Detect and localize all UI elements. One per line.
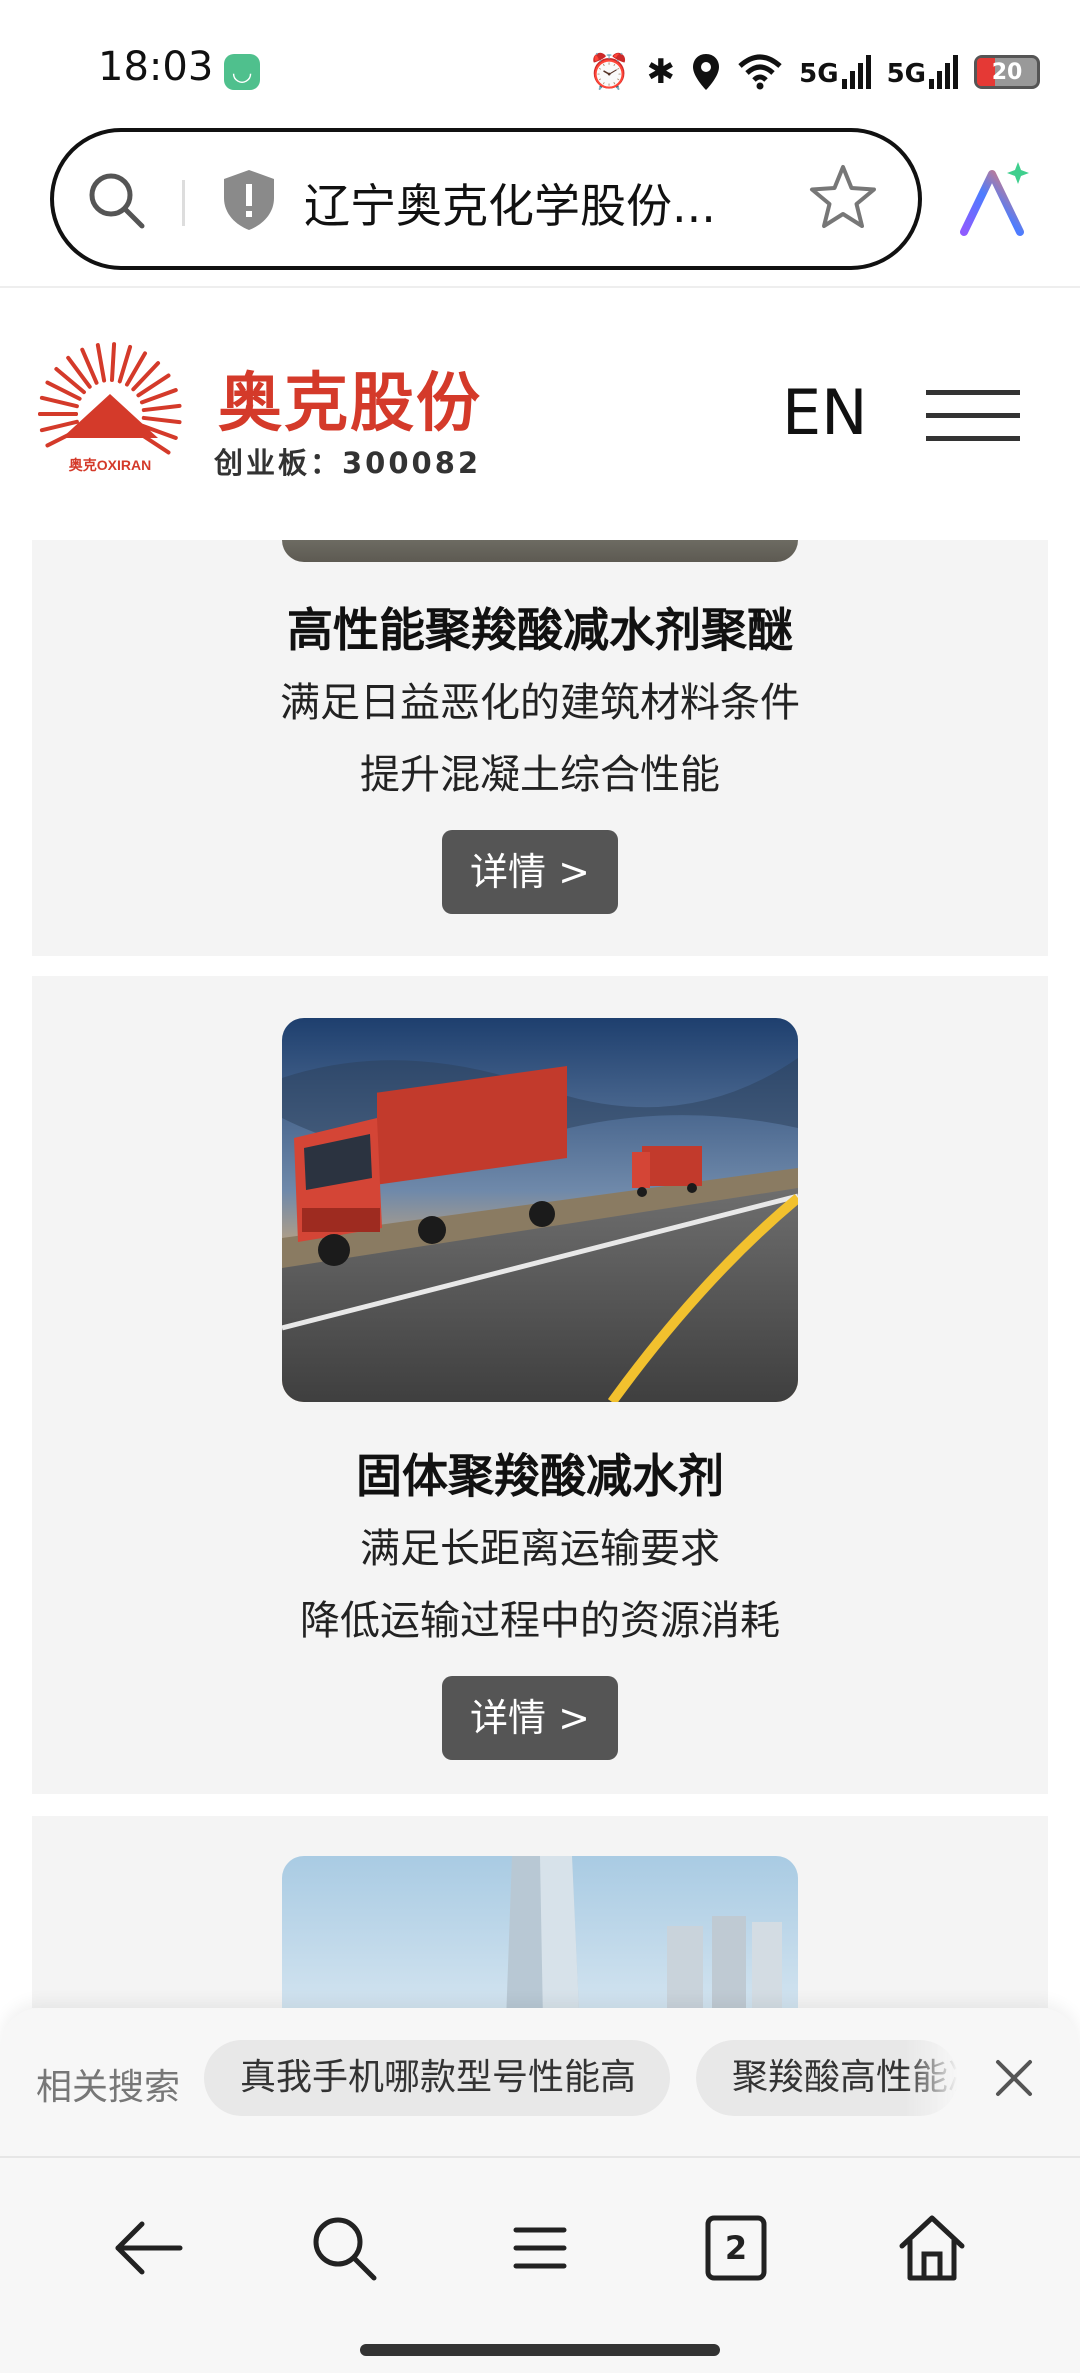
logo-small-text: 奥克OXIRAN [69,457,151,473]
product-desc-line-1: 满足日益恶化的建筑材料条件 [280,680,800,726]
browser-toolbar: 辽宁奥克化学股份... [0,120,1080,288]
hamburger-menu-icon[interactable] [926,390,1020,446]
site-header: 奥克OXIRAN 奥克股份 创业板：300082 EN [0,290,1080,540]
oxiran-logo-icon[interactable]: 奥克OXIRAN [34,330,186,480]
related-search-bar: 相关搜索 真我手机哪款型号性能高 聚羧酸高性能减水剂 [0,2008,1080,2156]
signal-1: 5G [799,55,871,89]
language-switch-en[interactable]: EN [782,376,868,449]
product-desc-line-1: 满足长距离运输要求 [360,1526,720,1572]
product-desc-line-2: 降低运输过程中的资源消耗 [300,1598,780,1644]
address-bar[interactable]: 辽宁奥克化学股份... [50,128,922,270]
stock-code: 创业板：300082 [214,446,482,480]
details-button[interactable]: 详情 > [442,830,618,914]
product-list: 高性能聚羧酸减水剂聚醚 满足日益恶化的建筑材料条件 提升混凝土综合性能 详情 > [0,540,1080,2008]
location-icon [693,54,720,90]
logo-ray [39,419,79,433]
search-icon[interactable] [304,2208,384,2288]
details-button[interactable]: 详情 > [442,1676,618,1760]
signal-bars-2-icon [929,55,958,89]
bottom-nav: 2 [0,2156,1080,2373]
product-card: 固体聚羧酸减水剂 满足长距离运输要求 降低运输过程中的资源消耗 详情 > [32,976,1048,1794]
address-divider [182,180,185,226]
signal-2: 5G [887,55,958,89]
menu-icon[interactable] [500,2208,580,2288]
home-indicator[interactable] [360,2344,720,2356]
status-icons: ⏰ ✱ 5G 5G 20 [588,48,1040,96]
back-arrow-icon[interactable] [108,2208,188,2288]
search-icon[interactable] [84,168,148,232]
battery-icon: 20 [974,55,1040,89]
security-shield-icon[interactable] [220,168,278,232]
bookmark-star-icon[interactable] [808,162,878,232]
logo-ray [141,415,182,425]
logo-ray [117,344,133,384]
product-title[interactable]: 固体聚羧酸减水剂 [32,1440,1048,1506]
bluetooth-icon: ✱ [646,52,676,92]
truck-road-image [282,1018,798,1402]
logo-ray [39,395,79,409]
skyscraper-image [282,1856,798,2008]
wifi-icon [738,54,782,90]
product-title[interactable]: 高性能聚羧酸减水剂聚醚 [32,594,1048,660]
logo-ray [141,403,182,413]
status-time: 18:03 [98,44,214,90]
address-text[interactable]: 辽宁奥克化学股份... [304,170,754,236]
logo-ray [109,342,117,383]
home-icon[interactable] [892,2208,972,2288]
related-search-chip[interactable]: 真我手机哪款型号性能高 [204,2040,670,2116]
battery-level: 20 [991,59,1023,85]
related-search-chip[interactable]: 聚羧酸高性能减水剂 [696,2040,958,2116]
product-image-1[interactable] [282,540,798,562]
product-image-3[interactable] [282,1856,798,2008]
logo-name[interactable]: 奥克股份 [218,352,482,444]
ai-assistant-icon[interactable] [956,160,1032,240]
alarm-icon: ⏰ [588,52,631,92]
related-search-label: 相关搜索 [36,2067,181,2108]
logo-ray [95,343,107,383]
product-image-2[interactable] [282,1018,798,1402]
network-type-2: 5G [886,59,926,89]
signal-bars-1-icon [841,55,871,89]
app-notification-icon: ◡ [224,54,260,90]
network-type-1: 5G [799,59,839,89]
tab-count: 2 [724,2229,748,2267]
status-bar: 18:03 ◡ ⏰ ✱ 5G 5G 20 [0,0,1080,120]
close-icon[interactable] [990,2054,1038,2102]
product-card: 高性能聚羧酸减水剂聚醚 满足日益恶化的建筑材料条件 提升混凝土综合性能 详情 > [32,540,1048,956]
tabs-button[interactable]: 2 [696,2208,776,2288]
product-card [32,1816,1048,2008]
product-desc-line-2: 提升混凝土综合性能 [360,752,720,798]
